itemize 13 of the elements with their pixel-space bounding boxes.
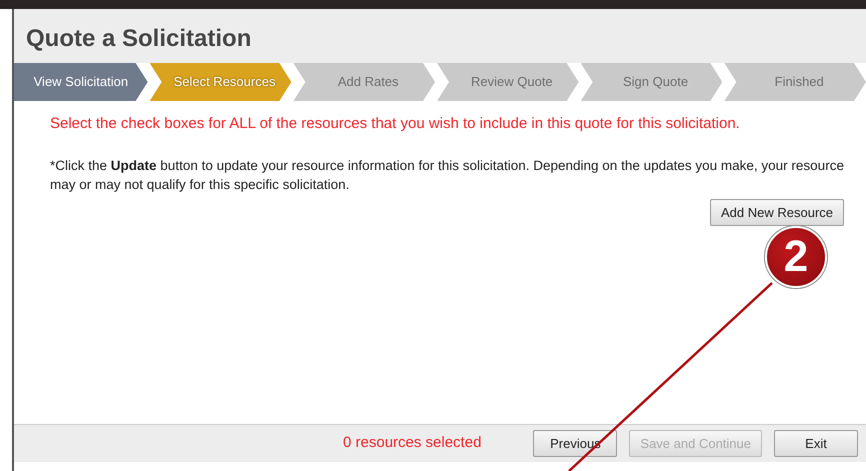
instruction-text: Select the check boxes for ALL of the resources that you wish to include in this quote for this solicitation.	[50, 114, 741, 134]
wizard-step[interactable]: Finished	[724, 63, 866, 101]
selection-status: 0 resources selected	[343, 433, 482, 454]
callout-badge: 2	[765, 226, 827, 288]
wizard-step[interactable]: View Solicitation	[14, 63, 148, 101]
footer-button[interactable]: Exit	[774, 430, 858, 458]
wizard-step[interactable]: Sign Quote	[580, 63, 722, 101]
note-text: *Click the Update button to update your resource information for this solicitation. Depending on the updates you make, your resource may or may not qualify for this specific solicitation.	[50, 156, 844, 194]
add-resource-button[interactable]: Add New Resource	[710, 198, 844, 226]
wizard-step[interactable]: Add Rates	[293, 63, 436, 101]
wizard-step[interactable]: Select Resources	[150, 63, 292, 101]
wizard-step[interactable]: Review Quote	[437, 63, 579, 101]
window-title: Quote a Solicitation	[14, 9, 866, 63]
